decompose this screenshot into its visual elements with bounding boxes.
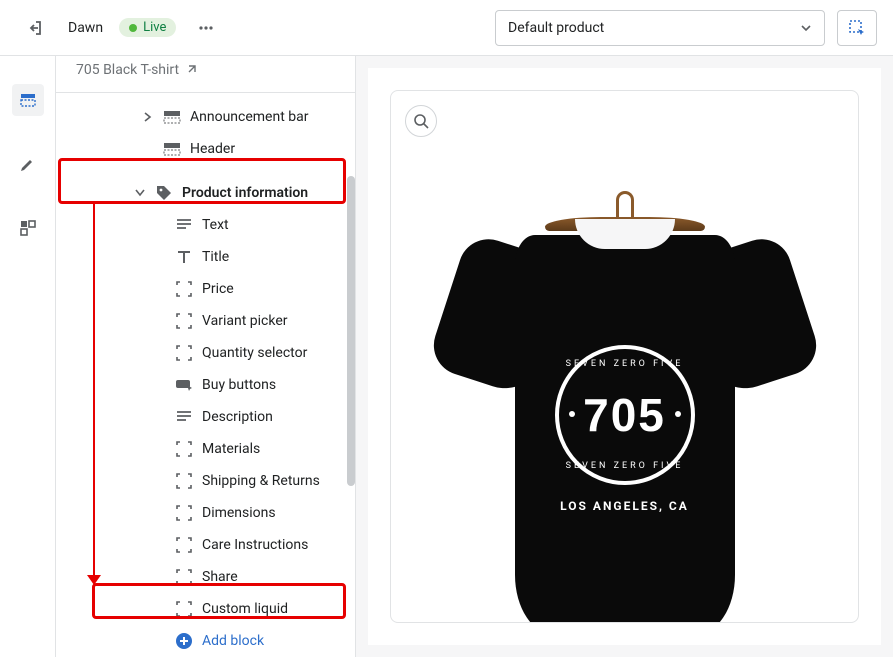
- add-block-button[interactable]: Add block: [56, 625, 355, 657]
- main-area: 705 Black T-shirt Announcement bar Heade…: [0, 56, 893, 657]
- zoom-button[interactable]: [405, 105, 437, 137]
- external-link-icon: [185, 64, 197, 76]
- tag-icon: [154, 184, 174, 202]
- sidebar: 705 Black T-shirt Announcement bar Heade…: [56, 56, 356, 657]
- left-rail: [0, 56, 56, 657]
- block-label: Description: [202, 409, 273, 425]
- block-corners-icon: [174, 601, 194, 617]
- rail-theme-button[interactable]: [12, 148, 44, 180]
- block-title[interactable]: Title: [56, 241, 355, 273]
- inspector-button[interactable]: [837, 10, 877, 46]
- section-announcement-bar[interactable]: Announcement bar: [56, 101, 355, 133]
- exit-button[interactable]: [16, 10, 52, 46]
- annotation-arrow: [93, 204, 95, 582]
- block-label: Text: [202, 217, 229, 233]
- block-corners-icon: [174, 345, 194, 361]
- section-layout-icon: [162, 142, 182, 156]
- product-image-frame: SEVEN ZERO FIVE 705 SEVEN ZERO FIVE LOS …: [390, 90, 859, 623]
- exit-icon: [24, 18, 44, 38]
- block-corners-icon: [174, 441, 194, 457]
- shirt-design: SEVEN ZERO FIVE 705 SEVEN ZERO FIVE LOS …: [555, 345, 695, 525]
- design-number: 705: [583, 388, 666, 442]
- block-custom-liquid[interactable]: Custom liquid: [56, 593, 355, 625]
- block-buy-buttons[interactable]: Buy buttons: [56, 369, 355, 401]
- design-arc-top: SEVEN ZERO FIVE: [559, 359, 691, 369]
- block-label: Shipping & Returns: [202, 473, 320, 489]
- block-variant-picker[interactable]: Variant picker: [56, 305, 355, 337]
- title-t-icon: [174, 250, 194, 264]
- breadcrumb[interactable]: 705 Black T-shirt: [56, 56, 355, 93]
- sections-icon: [18, 90, 38, 110]
- block-corners-icon: [174, 505, 194, 521]
- preview-pane: SEVEN ZERO FIVE 705 SEVEN ZERO FIVE LOS …: [356, 56, 893, 657]
- ellipsis-icon: [196, 18, 216, 38]
- inspector-icon: [847, 18, 867, 38]
- live-label: Live: [143, 20, 166, 35]
- chevron-down-icon: [134, 189, 146, 197]
- caret-down-icon: [800, 22, 812, 34]
- block-label: Care Instructions: [202, 537, 308, 553]
- theme-name: Dawn: [68, 20, 103, 36]
- sidebar-scrollbar[interactable]: [347, 176, 355, 486]
- block-price[interactable]: Price: [56, 273, 355, 305]
- block-label: Price: [202, 281, 234, 297]
- block-label: Variant picker: [202, 313, 287, 329]
- section-label: Header: [190, 141, 235, 157]
- block-corners-icon: [174, 281, 194, 297]
- plus-circle-icon: [174, 632, 194, 650]
- section-header[interactable]: Header: [56, 133, 355, 165]
- block-shipping-returns[interactable]: Shipping & Returns: [56, 465, 355, 497]
- block-label: Share: [202, 569, 238, 585]
- more-menu-button[interactable]: [192, 14, 220, 42]
- section-tree: Announcement bar Header Product informat…: [56, 93, 355, 657]
- design-city: LOS ANGELES, CA: [555, 499, 695, 513]
- paintbrush-icon: [18, 154, 38, 174]
- rail-sections-button[interactable]: [12, 84, 44, 116]
- section-product-information[interactable]: Product information: [56, 177, 355, 209]
- section-label: Announcement bar: [190, 109, 309, 125]
- block-corners-icon: [174, 537, 194, 553]
- annotation-arrowhead: [87, 575, 101, 585]
- chevron-right-icon: [142, 112, 154, 122]
- block-corners-icon: [174, 313, 194, 329]
- design-arc-bottom: SEVEN ZERO FIVE: [559, 461, 691, 471]
- top-bar: Dawn Live Default product: [0, 0, 893, 56]
- block-corners-icon: [174, 473, 194, 489]
- block-quantity-selector[interactable]: Quantity selector: [56, 337, 355, 369]
- block-label: Buy buttons: [202, 377, 276, 393]
- template-select[interactable]: Default product: [495, 10, 825, 46]
- block-label: Quantity selector: [202, 345, 307, 361]
- buy-button-icon: [174, 379, 194, 391]
- rail-apps-button[interactable]: [12, 212, 44, 244]
- block-materials[interactable]: Materials: [56, 433, 355, 465]
- product-image: SEVEN ZERO FIVE 705 SEVEN ZERO FIVE LOS …: [445, 191, 805, 623]
- block-corners-icon: [174, 569, 194, 585]
- live-badge: Live: [119, 18, 176, 37]
- apps-icon: [18, 218, 38, 238]
- block-label: Title: [202, 249, 229, 265]
- section-layout-icon: [162, 110, 182, 124]
- topbar-left: Dawn Live: [16, 10, 220, 46]
- text-lines-icon: [174, 410, 194, 424]
- preview-canvas: SEVEN ZERO FIVE 705 SEVEN ZERO FIVE LOS …: [368, 68, 881, 645]
- template-selected-label: Default product: [508, 20, 604, 36]
- block-dimensions[interactable]: Dimensions: [56, 497, 355, 529]
- live-dot-icon: [129, 24, 137, 32]
- block-label: Custom liquid: [202, 601, 288, 617]
- breadcrumb-title: 705 Black T-shirt: [76, 62, 179, 78]
- block-text[interactable]: Text: [56, 209, 355, 241]
- section-label: Product information: [182, 185, 308, 201]
- add-block-label: Add block: [202, 633, 264, 649]
- text-lines-icon: [174, 218, 194, 232]
- block-description[interactable]: Description: [56, 401, 355, 433]
- block-care-instructions[interactable]: Care Instructions: [56, 529, 355, 561]
- block-label: Materials: [202, 441, 260, 457]
- block-label: Dimensions: [202, 505, 276, 521]
- magnify-icon: [413, 113, 429, 129]
